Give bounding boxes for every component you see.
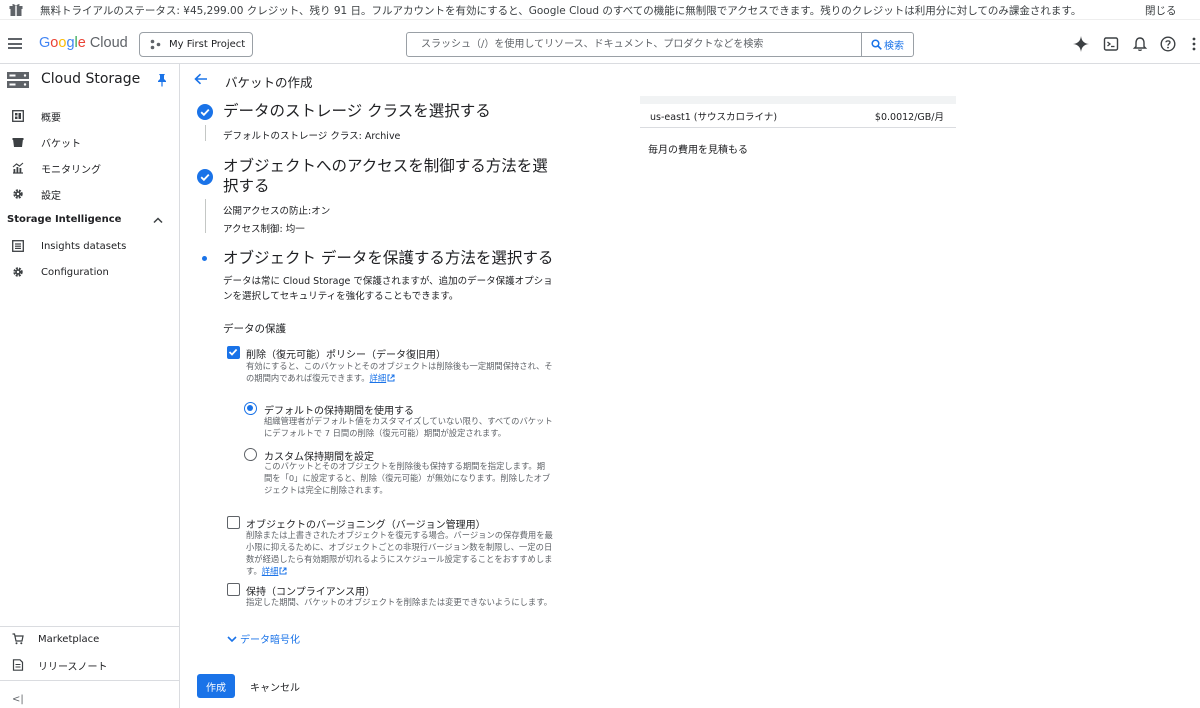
object-versioning-label[interactable]: オブジェクトのバージョニング（バージョン管理用）	[246, 516, 486, 531]
cloud-shell-icon[interactable]	[1103, 36, 1119, 52]
cancel-button[interactable]: キャンセル	[245, 674, 305, 698]
trial-status-text: 無料トライアルのステータス: ¥45,299.00 クレジット、残り 91 日。…	[40, 5, 1082, 17]
estimate-monthly-cost-link[interactable]: 毎月の費用を見積もる	[648, 141, 748, 156]
sidebar-item-marketplace[interactable]: Marketplace	[0, 627, 179, 651]
versioning-learn-more-link[interactable]: 詳細	[262, 566, 279, 576]
monitoring-icon	[12, 162, 24, 174]
pricing-table-header	[640, 96, 956, 104]
object-versioning-desc-line1: 削除または上書きされたオブジェクトを復元する場合。バージョンの保存費用を最	[246, 530, 553, 540]
back-arrow-icon[interactable]	[194, 73, 208, 85]
project-name: My First Project	[169, 39, 246, 50]
default-retention-radio[interactable]	[244, 402, 257, 415]
gemini-sparkle-icon[interactable]	[1073, 36, 1089, 52]
external-link-icon	[387, 374, 395, 382]
collapse-sidebar-button[interactable]: <|	[12, 694, 24, 705]
search-button[interactable]: 検索	[861, 33, 913, 56]
sidebar-title: Cloud Storage	[41, 71, 141, 87]
check-circle-icon	[197, 104, 213, 120]
default-retention-desc-line2: にデフォルトで 7 日間の削除（復元可能）期間が設定されます。	[264, 428, 507, 438]
sidebar-item-release-notes[interactable]: リリースノート	[0, 653, 179, 677]
notes-icon	[12, 659, 24, 671]
data-encryption-expander[interactable]: データ暗号化	[227, 631, 300, 646]
step-protection-desc-line2: ンを選択してセキュリティを強化することもできます。	[223, 291, 459, 302]
custom-retention-desc-line3: ジェクトは完全に削除されます。	[264, 485, 388, 495]
search-input[interactable]	[407, 33, 861, 56]
sidebar-header: Cloud Storage	[0, 64, 180, 96]
chevron-up-icon[interactable]	[153, 216, 163, 224]
step-storage-class-title[interactable]: データのストレージ クラスを選択する	[223, 101, 491, 121]
project-picker-button[interactable]: My First Project	[139, 32, 253, 57]
trial-banner: 無料トライアルのステータス: ¥45,299.00 クレジット、残り 91 日。…	[0, 0, 1200, 20]
gift-icon	[9, 4, 23, 16]
sidebar-item-insights-datasets[interactable]: Insights datasets	[0, 234, 179, 258]
step-access-title-line1[interactable]: オブジェクトへのアクセスを制御する方法を選	[223, 156, 548, 176]
banner-close-button[interactable]: 閉じる	[1145, 3, 1177, 18]
sidebar-divider	[0, 680, 179, 681]
soft-delete-desc-line2: の期間内であれば復元できます。詳細	[246, 373, 395, 385]
step-protection-desc-line1: データは常に Cloud Storage で保護されますが、追加のデータ保護オプ…	[223, 276, 553, 287]
dashboard-icon	[12, 110, 24, 122]
custom-retention-radio[interactable]	[244, 448, 257, 461]
page-header: バケットの作成	[181, 64, 1200, 96]
dataset-icon	[12, 240, 24, 252]
settings-icon	[13, 267, 23, 277]
settings-icon	[13, 189, 23, 199]
bucket-icon	[12, 138, 24, 147]
sidebar-item-buckets[interactable]: バケット	[0, 130, 179, 154]
cloud-storage-logo-icon	[7, 72, 29, 88]
retention-compliance-checkbox[interactable]	[227, 583, 240, 596]
object-versioning-desc-line4: す。詳細	[246, 566, 287, 578]
step-protection-title: オブジェクト データを保護する方法を選択する	[223, 249, 554, 267]
more-vert-icon[interactable]	[1190, 36, 1198, 52]
retention-compliance-label[interactable]: 保持（コンプライアンス用）	[246, 583, 375, 598]
help-icon[interactable]	[1160, 36, 1176, 52]
cart-icon	[12, 633, 24, 645]
step-connector	[205, 199, 206, 233]
custom-retention-desc-line2: 間を「0」に設定すると、削除（復元可能）が無効になります。削除したオブ	[264, 473, 551, 483]
object-versioning-desc-line3: 数が経過したら有効期限が切れるようにスケジュール設定することをおすすめしま	[246, 554, 553, 564]
step-access-summary-control: アクセス制御: 均一	[223, 224, 305, 235]
object-versioning-checkbox[interactable]	[227, 516, 240, 529]
sidebar-item-overview[interactable]: 概要	[0, 104, 179, 128]
page-title: バケットの作成	[225, 75, 313, 90]
google-cloud-logo[interactable]: Google Cloud	[39, 35, 128, 51]
sidebar: Cloud Storage 概要 バケット モニタリング 設定 Storage …	[0, 64, 180, 708]
external-link-icon	[279, 567, 287, 575]
sidebar-item-configuration[interactable]: Configuration	[0, 260, 179, 284]
soft-delete-label[interactable]: 削除（復元可能）ポリシー（データ復旧用）	[246, 346, 446, 361]
default-retention-label[interactable]: デフォルトの保持期間を使用する	[264, 402, 414, 417]
current-step-indicator	[202, 256, 207, 261]
notifications-icon[interactable]	[1132, 36, 1148, 52]
project-dots-icon	[150, 39, 161, 50]
step-storage-class-summary: デフォルトのストレージ クラス: Archive	[223, 131, 401, 142]
object-versioning-desc-line2: 小限に抑えるために、オブジェクトごとの非現行バージョン数を制限し、一定の日	[246, 542, 553, 552]
step-connector	[205, 125, 206, 141]
top-header: GoogleCloud My First Project 検索	[0, 22, 1200, 64]
sidebar-item-settings[interactable]: 設定	[0, 182, 179, 206]
custom-retention-desc-line1: このバケットとそのオブジェクトを削除後も保持する期間を指定します。期	[264, 461, 546, 471]
sidebar-item-monitoring[interactable]: モニタリング	[0, 156, 179, 180]
pricing-region: us-east1 (サウスカロライナ)	[650, 112, 778, 123]
search-icon	[871, 39, 882, 50]
step-access-title-line2[interactable]: 択する	[223, 176, 270, 196]
soft-delete-learn-more-link[interactable]: 詳細	[370, 373, 387, 383]
menu-icon[interactable]	[8, 38, 22, 49]
checkmark-icon	[228, 348, 238, 356]
search-bar: 検索	[406, 32, 914, 57]
pricing-row: us-east1 (サウスカロライナ) $0.0012/GB/月	[640, 104, 956, 128]
soft-delete-desc-line1: 有効にすると、このバケットとそのオブジェクトは削除後も一定期間保持され、そ	[246, 361, 553, 371]
create-button[interactable]: 作成	[197, 674, 235, 698]
retention-compliance-desc: 指定した期間、バケットのオブジェクトを削除または変更できないようにします。	[246, 597, 552, 607]
chevron-down-icon	[227, 635, 237, 642]
soft-delete-checkbox[interactable]	[227, 346, 240, 359]
data-protection-label: データの保護	[223, 323, 286, 335]
pin-icon[interactable]	[157, 73, 167, 87]
step-access-summary-public: 公開アクセスの防止:オン	[223, 206, 331, 217]
check-circle-icon	[197, 169, 213, 185]
pricing-price: $0.0012/GB/月	[874, 112, 944, 123]
default-retention-desc-line1: 組織管理者がデフォルト値をカスタマイズしていない限り、すべてのバケット	[264, 416, 553, 426]
sidebar-section-storage-intelligence[interactable]: Storage Intelligence	[7, 214, 121, 225]
